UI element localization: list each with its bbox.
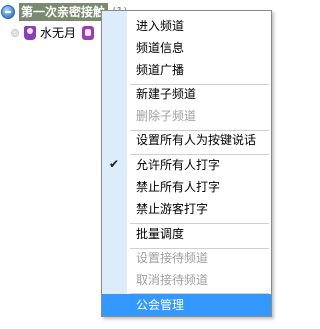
menu-item-delete-subchannel[interactable]: 删除子频道 — [102, 105, 271, 127]
menu-item-forbid-all-typing[interactable]: 禁止所有人打字 — [102, 176, 271, 198]
menu-item-channel-info[interactable]: 频道信息 — [102, 37, 271, 59]
menu-item-label: 新建子频道 — [136, 87, 197, 101]
checkmark-icon: ✔ — [109, 157, 120, 171]
menu-item-label: 禁止所有人打字 — [136, 180, 221, 194]
menu-item-forbid-guest-typing[interactable]: 禁止游客打字 — [102, 198, 271, 220]
user-device-icon — [82, 26, 94, 40]
menu-item-batch-dispatch[interactable]: 批量调度 — [102, 223, 271, 245]
context-menu: 进入频道 频道信息 频道广播 新建子频道 删除子频道 设置所有人为按键说话 ✔ … — [101, 10, 272, 317]
menu-item-set-push-to-talk[interactable]: 设置所有人为按键说话 — [102, 129, 271, 151]
channel-tree-view: 第一次亲密接触 (1) 水无月 进入频道 频道信息 频道广播 新建子频道 删除子… — [0, 0, 289, 329]
menu-item-label: 删除子频道 — [136, 109, 197, 123]
menu-item-label: 设置所有人为按键说话 — [136, 133, 257, 147]
menu-item-cancel-reception-channel[interactable]: 取消接待频道 — [102, 269, 271, 291]
menu-item-label: 批量调度 — [136, 227, 185, 241]
user-status-dot — [11, 29, 19, 37]
menu-item-allow-all-typing[interactable]: ✔ 允许所有人打字 — [102, 154, 271, 176]
menu-item-label: 频道广播 — [136, 63, 185, 77]
menu-item-guild-management[interactable]: 公会管理 — [102, 294, 271, 316]
menu-item-label: 公会管理 — [136, 298, 185, 312]
user-role-badge-icon — [24, 26, 36, 40]
menu-item-label: 频道信息 — [136, 41, 185, 55]
channel-name[interactable]: 第一次亲密接触 — [19, 3, 109, 21]
menu-item-label: 取消接待频道 — [136, 273, 209, 287]
menu-item-label: 进入频道 — [136, 19, 185, 33]
menu-item-label: 允许所有人打字 — [136, 158, 221, 172]
menu-item-label: 设置接待频道 — [136, 251, 209, 265]
channel-icon — [1, 5, 15, 19]
menu-item-new-subchannel[interactable]: 新建子频道 — [102, 83, 271, 105]
menu-item-enter-channel[interactable]: 进入频道 — [102, 15, 271, 37]
menu-item-label: 禁止游客打字 — [136, 202, 209, 216]
user-name[interactable]: 水无月 — [40, 24, 76, 42]
menu-item-set-reception-channel[interactable]: 设置接待频道 — [102, 247, 271, 269]
menu-item-channel-broadcast[interactable]: 频道广播 — [102, 59, 271, 81]
